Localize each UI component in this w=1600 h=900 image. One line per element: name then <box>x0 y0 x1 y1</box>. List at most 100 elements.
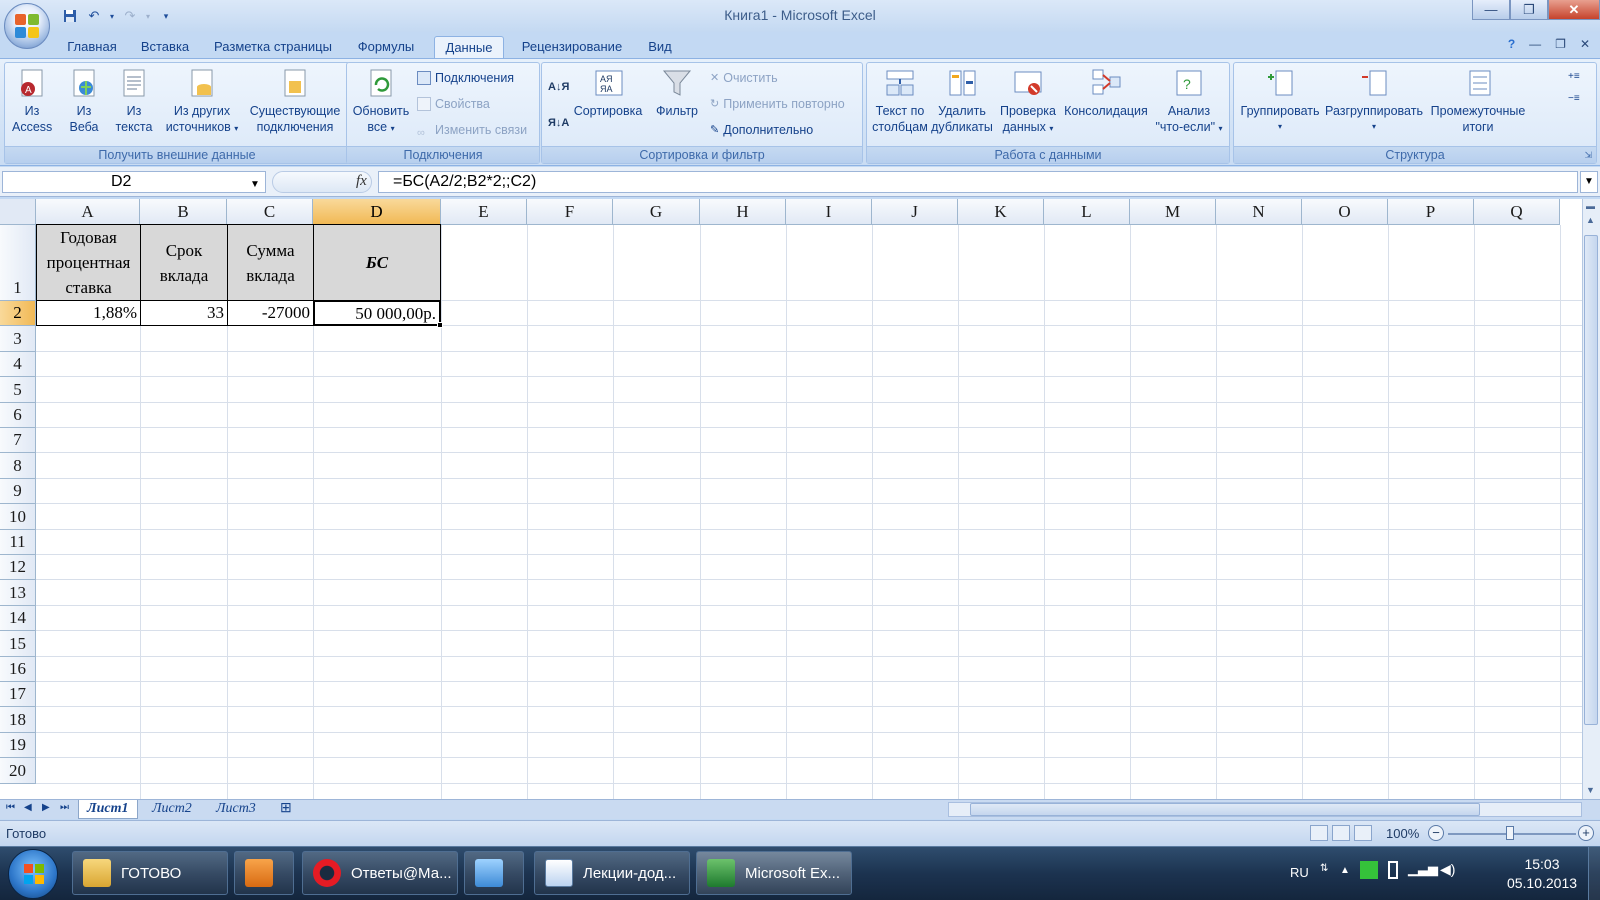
dialog-launcher-icon[interactable]: ⇲ <box>1584 147 1592 164</box>
normal-view-icon[interactable] <box>1310 825 1328 841</box>
zoom-in-icon[interactable]: + <box>1578 825 1594 841</box>
cell-C1[interactable]: Сумма вклада <box>227 224 314 301</box>
volume-icon[interactable]: ◀) <box>1440 861 1455 878</box>
formula-input[interactable]: =БС(A2/2;B2*2;;C2) <box>378 171 1578 193</box>
taskbar-folder[interactable]: ГОТОВО <box>72 851 228 895</box>
column-header-F[interactable]: F <box>527 199 613 225</box>
properties-button[interactable]: Свойства <box>417 94 490 114</box>
column-header-B[interactable]: B <box>140 199 227 225</box>
sort-az-button[interactable]: A↓Я <box>548 77 569 97</box>
cell-A2[interactable]: 1,88% <box>36 300 141 326</box>
refresh-all-button[interactable]: Обновить все ▾ <box>349 67 413 137</box>
column-header-C[interactable]: C <box>227 199 313 225</box>
row-header-9[interactable]: 9 <box>0 478 36 505</box>
remove-duplicates-button[interactable]: Удалить дубликаты <box>929 67 995 135</box>
doc-restore-icon[interactable]: ❐ <box>1555 37 1566 51</box>
maximize-button[interactable]: ❐ <box>1510 0 1548 20</box>
from-text-button[interactable]: Из текста <box>111 67 157 135</box>
row-header-13[interactable]: 13 <box>0 580 36 606</box>
battery-icon[interactable] <box>1388 861 1398 879</box>
insert-sheet-icon[interactable]: ⊞ <box>272 800 300 819</box>
existing-connections-button[interactable]: Существующие подключения <box>245 67 345 135</box>
vertical-scroll-thumb[interactable] <box>1584 235 1598 725</box>
tab-review[interactable]: Рецензирование <box>512 36 632 58</box>
from-access-button[interactable]: A Из Access <box>9 67 55 135</box>
row-header-17[interactable]: 17 <box>0 682 36 708</box>
zoom-out-icon[interactable]: − <box>1428 825 1444 841</box>
ungroup-button[interactable]: Разгруппировать ▾ <box>1322 67 1426 135</box>
tab-formulas[interactable]: Формулы <box>348 36 424 58</box>
connections-button[interactable]: Подключения <box>417 68 514 88</box>
tab-view[interactable]: Вид <box>640 36 680 58</box>
cell-B2[interactable]: 33 <box>140 300 228 326</box>
row-header-6[interactable]: 6 <box>0 402 36 428</box>
zoom-level[interactable]: 100% <box>1386 826 1419 841</box>
scroll-down-icon[interactable]: ▼ <box>1586 785 1595 795</box>
sort-button[interactable]: АЯ ЯА Сортировка <box>570 67 646 119</box>
row-header-14[interactable]: 14 <box>0 605 36 632</box>
cell-A1[interactable]: Годовая процентная ставка <box>36 224 141 301</box>
taskbar-word[interactable]: Лекции-дод... <box>534 851 690 895</box>
from-other-sources-button[interactable]: Из других источников ▾ <box>163 67 241 137</box>
filter-button[interactable]: Фильтр <box>652 67 702 119</box>
tab-home[interactable]: Главная <box>58 36 126 58</box>
column-header-G[interactable]: G <box>613 199 700 225</box>
column-header-H[interactable]: H <box>700 199 786 225</box>
close-button[interactable]: ✕ <box>1548 0 1600 20</box>
show-desktop-button[interactable] <box>1588 847 1600 900</box>
row-header-1[interactable]: 1 <box>0 225 36 301</box>
column-header-N[interactable]: N <box>1216 199 1302 225</box>
language-indicator[interactable]: RU <box>1290 865 1309 880</box>
row-header-19[interactable]: 19 <box>0 732 36 759</box>
start-button[interactable] <box>8 849 58 899</box>
horizontal-scroll-thumb[interactable] <box>970 803 1480 816</box>
column-header-L[interactable]: L <box>1044 199 1130 225</box>
sort-za-button[interactable]: Я↓A <box>548 113 569 133</box>
prev-sheet-icon[interactable]: ◀ <box>24 802 32 813</box>
signal-icon[interactable]: ▁▃▅ <box>1408 861 1438 877</box>
from-web-button[interactable]: Из Веба <box>61 67 107 135</box>
first-sheet-icon[interactable]: ⏮ <box>6 802 15 813</box>
group-button[interactable]: Группировать ▾ <box>1234 67 1326 135</box>
input-switch-icon[interactable]: ⇅ <box>1320 863 1328 874</box>
column-header-E[interactable]: E <box>441 199 527 225</box>
sheet-tab-3[interactable]: Лист3 <box>208 800 264 819</box>
office-button[interactable] <box>4 3 50 49</box>
taskbar-media-player[interactable] <box>234 851 294 895</box>
column-header-J[interactable]: J <box>872 199 958 225</box>
cell-D2-selected[interactable]: 50 000,00р. <box>313 300 441 326</box>
reapply-button[interactable]: ↻ Применить повторно <box>710 94 845 114</box>
fill-handle[interactable] <box>437 322 443 328</box>
advanced-filter-button[interactable]: ✎ Дополнительно <box>710 120 813 140</box>
tab-page-layout[interactable]: Разметка страницы <box>206 36 340 58</box>
expand-formula-bar-icon[interactable]: ▼ <box>1580 171 1598 193</box>
hide-detail-button[interactable]: −≡ <box>1568 89 1580 109</box>
data-validation-button[interactable]: Проверка данных ▾ <box>995 67 1061 137</box>
last-sheet-icon[interactable]: ⏭ <box>60 802 69 813</box>
show-hidden-icons-icon[interactable]: ▲ <box>1340 865 1350 876</box>
tab-insert[interactable]: Вставка <box>132 36 198 58</box>
tab-data[interactable]: Данные <box>434 36 504 58</box>
doc-minimize-icon[interactable]: — <box>1529 37 1541 51</box>
page-break-view-icon[interactable] <box>1354 825 1372 841</box>
page-layout-view-icon[interactable] <box>1332 825 1350 841</box>
consolidate-button[interactable]: Консолидация <box>1061 67 1151 119</box>
doc-close-icon[interactable]: ✕ <box>1580 37 1590 51</box>
row-header-15[interactable]: 15 <box>0 631 36 657</box>
sheet-tab-1[interactable]: Лист1 <box>78 800 138 819</box>
row-header-4[interactable]: 4 <box>0 351 36 378</box>
column-header-Q[interactable]: Q <box>1474 199 1560 225</box>
row-header-5[interactable]: 5 <box>0 377 36 403</box>
column-header-M[interactable]: M <box>1130 199 1216 225</box>
scroll-up-icon[interactable]: ▲ <box>1586 215 1595 225</box>
minimize-button[interactable]: — <box>1472 0 1510 20</box>
row-header-16[interactable]: 16 <box>0 656 36 682</box>
cell-B1[interactable]: Срок вклада <box>140 224 228 301</box>
worksheet-grid[interactable]: ABCDEFGHIJKLMNOPQ 1 2 3 4 5 6 7 8 9 10 11 12 13 14 15 1… <box>0 199 1582 799</box>
help-icon[interactable]: ? <box>1508 37 1515 51</box>
what-if-analysis-button[interactable]: ? Анализ "что-если" ▾ <box>1151 67 1227 137</box>
row-header-7[interactable]: 7 <box>0 428 36 454</box>
taskbar-photo-viewer[interactable] <box>464 851 524 895</box>
name-box[interactable]: D2 <box>2 171 266 193</box>
row-header-2[interactable]: 2 <box>0 301 36 327</box>
